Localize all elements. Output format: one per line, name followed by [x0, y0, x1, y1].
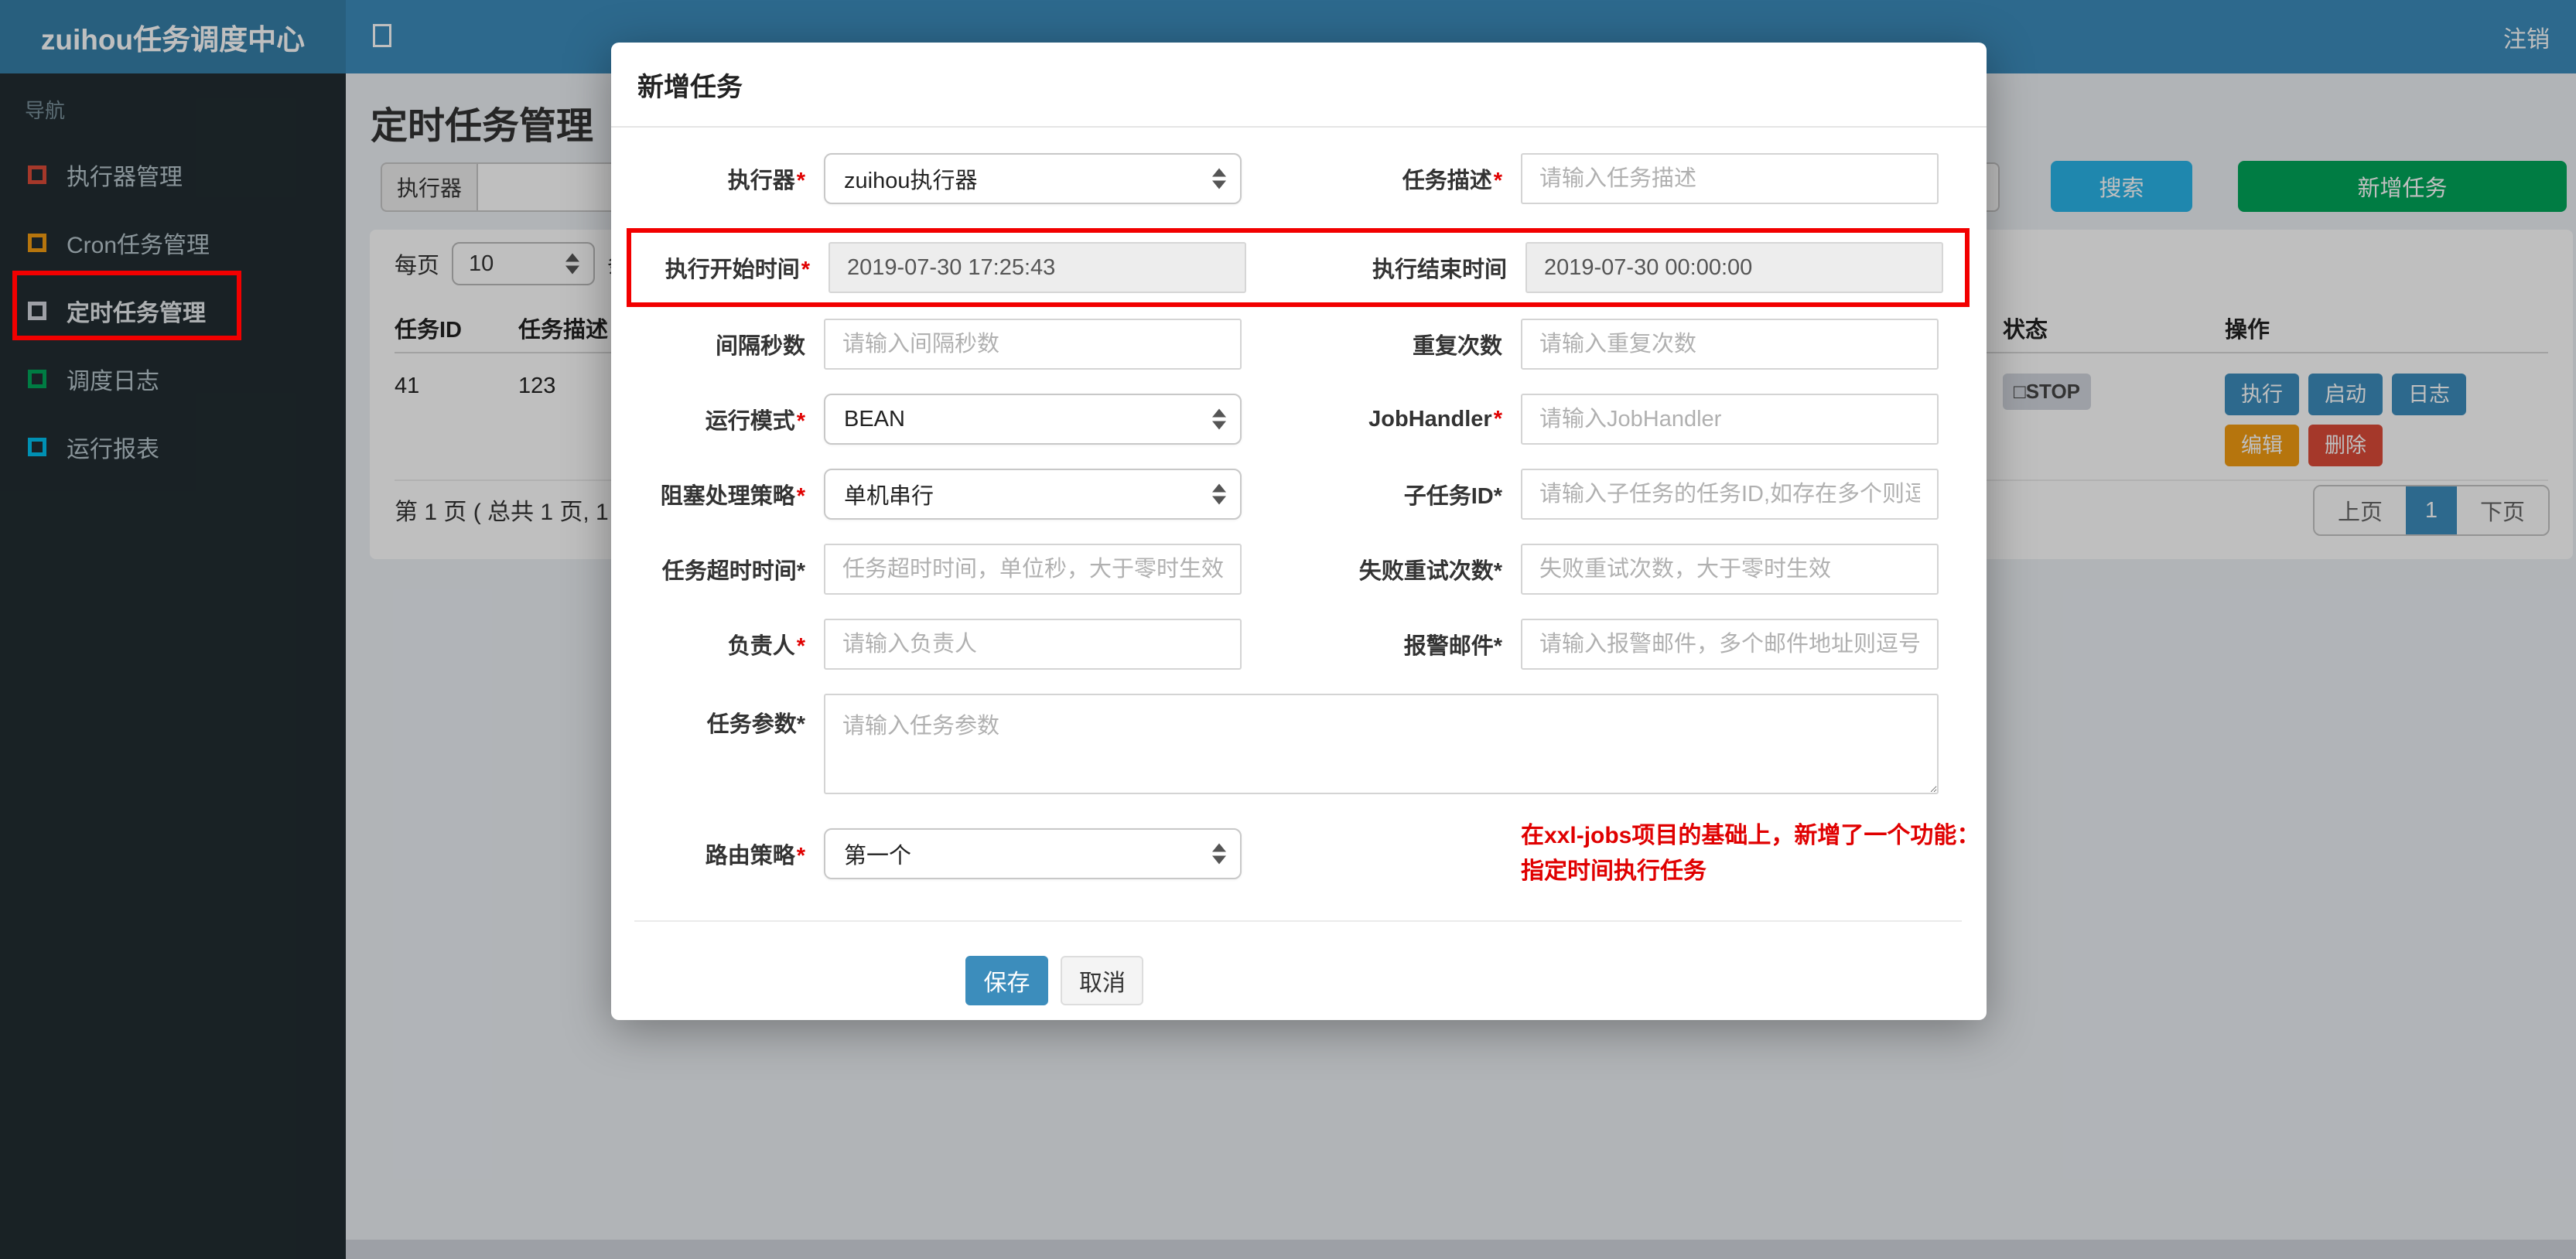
task-timeout-input[interactable] [824, 544, 1242, 595]
task-desc-label: 任务描述* [1402, 169, 1502, 193]
run-mode-label: 运行模式* [705, 409, 805, 434]
select-caret-icon [1212, 168, 1226, 189]
task-timeout-label: 任务超时时间* [661, 559, 805, 584]
save-button[interactable]: 保存 [965, 956, 1048, 1005]
select-caret-icon [1212, 843, 1226, 865]
alarm-email-input[interactable] [1521, 619, 1939, 670]
jobhandler-label: JobHandler* [1368, 406, 1502, 432]
cancel-button[interactable]: 取消 [1061, 956, 1144, 1005]
child-task-id-label: 子任务ID* [1403, 484, 1502, 509]
route-strategy-select[interactable]: 第一个 [824, 828, 1242, 879]
run-mode-select-value: BEAN [844, 406, 905, 432]
task-params-textarea[interactable] [824, 694, 1939, 794]
run-mode-select[interactable]: BEAN [824, 394, 1242, 445]
required-mark: * [796, 844, 805, 868]
owner-input[interactable] [824, 619, 1242, 670]
select-caret-icon [1212, 408, 1226, 430]
fail-retry-input[interactable] [1521, 544, 1939, 595]
block-strategy-label: 阻塞处理策略* [660, 484, 805, 509]
alarm-email-label: 报警邮件* [1403, 634, 1502, 659]
feature-note-line2: 指定时间执行任务 [1521, 858, 1707, 884]
feature-note-line1: 在xxl-jobs项目的基础上，新增了一个功能： [1521, 823, 1980, 848]
owner-label: 负责人* [727, 634, 805, 659]
required-mark: * [796, 169, 805, 193]
route-strategy-label: 路由策略* [705, 844, 805, 868]
required-mark: * [796, 484, 805, 509]
executor-select-value: zuihou执行器 [844, 169, 978, 193]
end-time-input[interactable] [1525, 242, 1943, 293]
interval-seconds-label: 间隔秒数 [715, 334, 805, 359]
executor-select[interactable]: zuihou执行器 [824, 153, 1242, 204]
route-strategy-select-value: 第一个 [844, 844, 912, 868]
required-mark: * [801, 258, 810, 282]
start-time-label: 执行开始时间* [664, 258, 810, 282]
required-mark: * [796, 634, 805, 659]
start-time-input[interactable] [828, 242, 1246, 293]
task-params-label: 任务参数* [706, 712, 805, 737]
executor-label: 执行器* [727, 169, 805, 193]
feature-note: 在xxl-jobs项目的基础上，新增了一个功能： 指定时间执行任务 [1521, 818, 1980, 889]
select-caret-icon [1212, 483, 1226, 505]
modal-title: 新增任务 [637, 73, 743, 102]
required-mark: * [796, 409, 805, 434]
required-mark: * [1493, 169, 1502, 193]
interval-seconds-input[interactable] [824, 319, 1242, 370]
required-mark: * [1493, 406, 1502, 432]
annotation-box-time-row: 执行开始时间* 执行结束时间 [627, 228, 1970, 307]
repeat-count-label: 重复次数 [1412, 334, 1502, 359]
block-strategy-select[interactable]: 单机串行 [824, 469, 1242, 520]
end-time-label: 执行结束时间 [1372, 258, 1507, 282]
add-task-modal: 新增任务 执行器* zuihou执行器 任务描述* 执行开始时间* 执行结束时间… [611, 43, 1987, 1020]
child-task-id-input[interactable] [1521, 469, 1939, 520]
jobhandler-input[interactable] [1521, 394, 1939, 445]
fail-retry-label: 失败重试次数* [1358, 559, 1502, 584]
repeat-count-input[interactable] [1521, 319, 1939, 370]
block-strategy-select-value: 单机串行 [844, 484, 934, 509]
task-desc-input[interactable] [1521, 153, 1939, 204]
